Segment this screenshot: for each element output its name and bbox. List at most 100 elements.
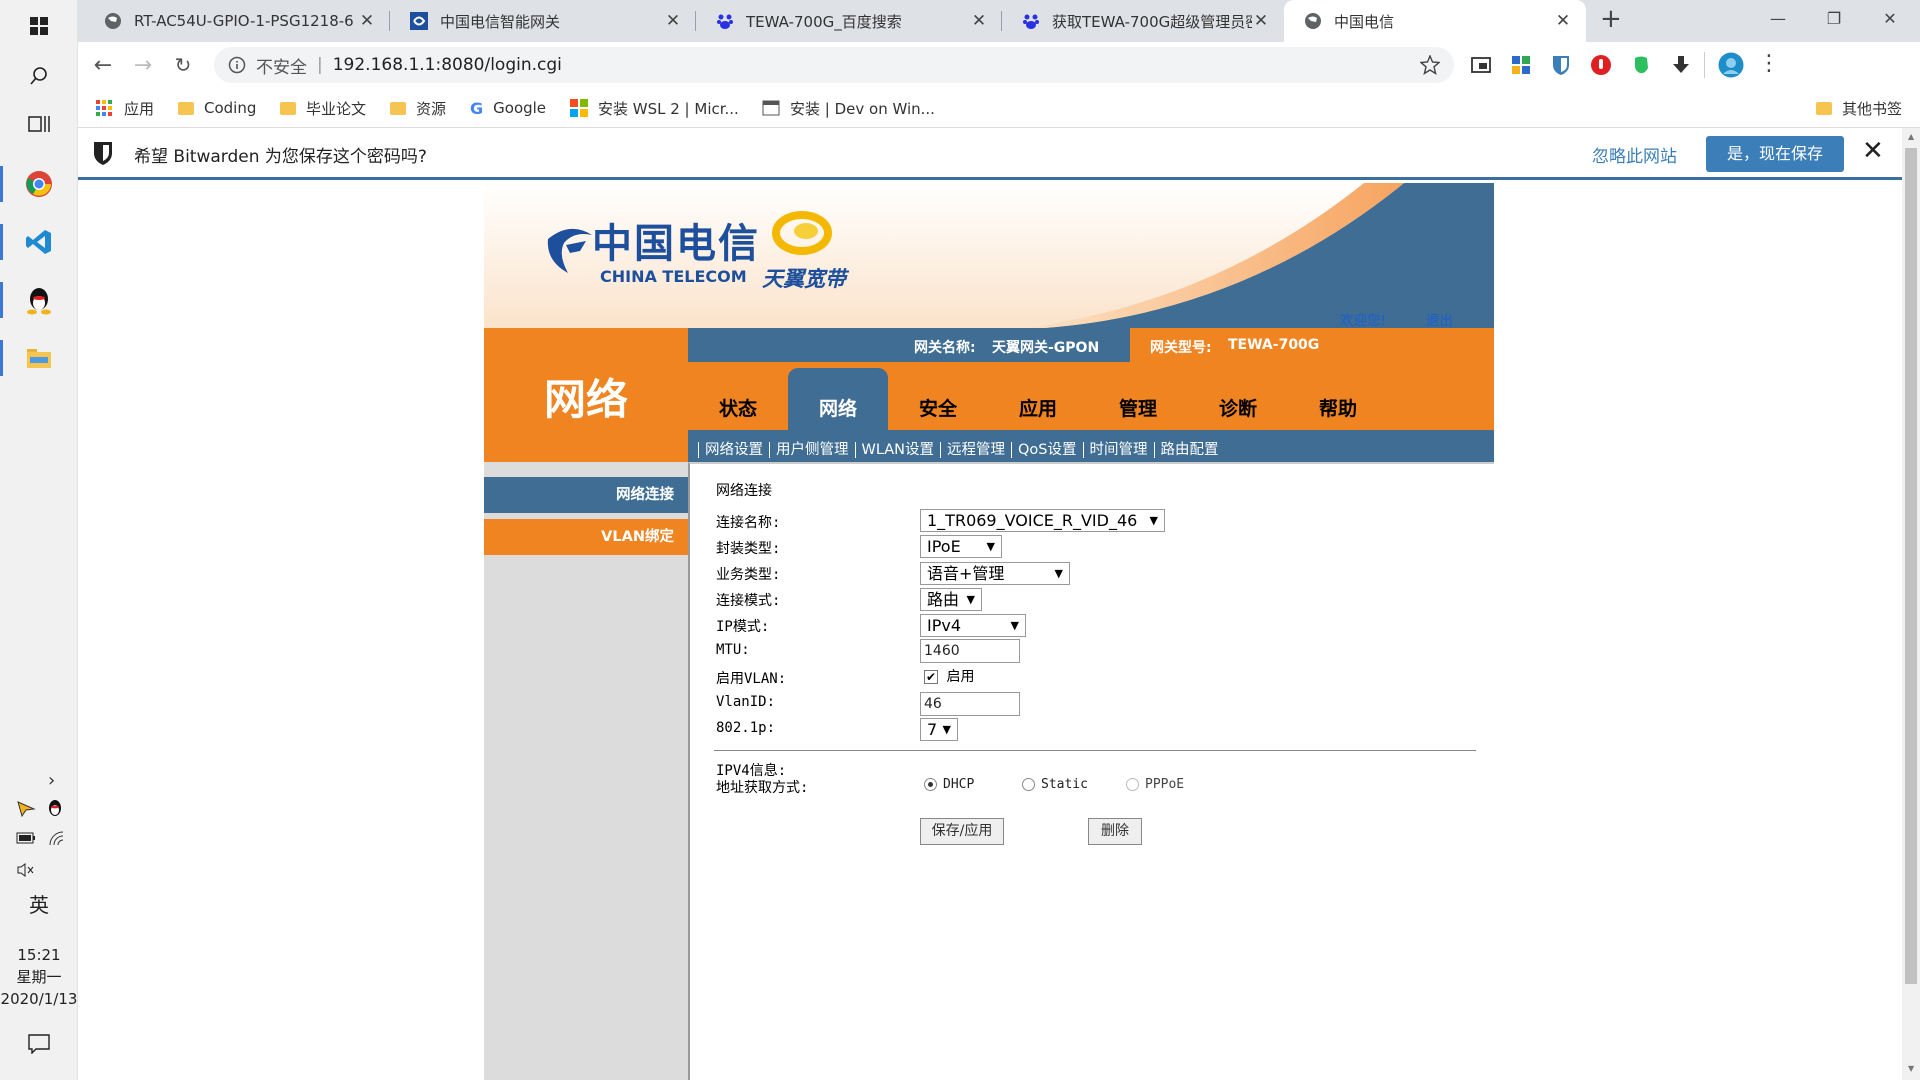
url-text[interactable]: 192.168.1.1:8080/login.cgi — [333, 55, 562, 75]
tab-baidu-password[interactable]: 获取TEWA-700G超级管理员密码 ✕ — [1002, 0, 1284, 42]
bookmark-wsl[interactable]: 安装 WSL 2 | Micr... — [570, 96, 739, 120]
subtab-qos[interactable]: QoS设置 — [1011, 442, 1083, 458]
close-icon[interactable]: ✕ — [1554, 11, 1572, 31]
radio-dhcp[interactable] — [924, 778, 937, 791]
tray-pen-icon[interactable] — [16, 800, 36, 818]
radio-static[interactable] — [1022, 778, 1035, 791]
windows-start-icon[interactable] — [0, 0, 78, 52]
download-icon[interactable] — [1670, 54, 1692, 76]
close-icon[interactable]: ✕ — [358, 11, 376, 31]
mode-select[interactable]: 路由 ▼ — [920, 588, 982, 611]
tab-management[interactable]: 管理 — [1088, 380, 1188, 430]
action-center-icon[interactable] — [28, 1034, 50, 1054]
new-tab-button[interactable]: + — [1600, 4, 1622, 34]
close-icon[interactable]: ✕ — [1862, 136, 1884, 166]
qq-icon[interactable] — [0, 274, 78, 326]
ime-indicator[interactable]: 英 — [0, 894, 78, 916]
task-view-icon[interactable] — [0, 98, 78, 150]
mtu-input[interactable]: 1460 — [920, 639, 1020, 663]
address-bar[interactable]: 不安全 | 192.168.1.1:8080/login.cgi — [214, 47, 1454, 83]
bookmark-coding[interactable]: Coding — [178, 96, 256, 120]
vlan-enable-checkbox[interactable]: ✔ — [924, 670, 938, 684]
tab-baidu-search[interactable]: TEWA-700G_百度搜索 ✕ — [696, 0, 1002, 42]
conn-name-select[interactable]: 1_TR069_VOICE_R_VID_46 ▼ — [920, 509, 1165, 532]
tray-qq-icon[interactable] — [46, 798, 64, 818]
scroll-down-icon[interactable]: ▼ — [1908, 1064, 1914, 1073]
vlanid-input[interactable]: 46 — [920, 692, 1020, 716]
evernote-icon[interactable] — [1630, 54, 1652, 76]
subtab-time[interactable]: 时间管理 — [1082, 442, 1154, 458]
close-window-button[interactable]: ✕ — [1862, 0, 1918, 36]
scrollbar-thumb[interactable] — [1905, 148, 1917, 984]
encap-select[interactable]: IPoE ▼ — [920, 535, 1002, 558]
volume-muted-icon[interactable] — [16, 862, 36, 878]
forward-button[interactable]: → — [126, 48, 160, 82]
bookmark-label: Google — [493, 99, 547, 117]
star-icon[interactable] — [1420, 55, 1440, 75]
service-select[interactable]: 语音+管理 ▼ — [920, 562, 1070, 585]
scroll-up-icon[interactable]: ▲ — [1908, 132, 1914, 141]
menu-vlan-binding[interactable]: VLAN绑定 — [484, 519, 688, 555]
bitwarden-icon[interactable] — [1550, 54, 1572, 76]
bookmark-dev-on-win[interactable]: 安装 | Dev on Win... — [762, 96, 935, 120]
page-scrollbar[interactable]: ▲ ▼ — [1902, 128, 1920, 1080]
addr-option-dhcp[interactable]: DHCP — [924, 777, 974, 792]
ipmode-select[interactable]: IPv4 ▼ — [920, 614, 1026, 637]
subtab-wlan[interactable]: WLAN设置 — [854, 442, 941, 458]
tab-applications[interactable]: 应用 — [988, 380, 1088, 430]
dot1p-value: 7 — [927, 720, 938, 739]
save-apply-button[interactable]: 保存/应用 — [920, 818, 1004, 845]
subtab-routing[interactable]: 路由配置 — [1153, 442, 1225, 458]
vlanid-label: VlanID: — [716, 694, 776, 710]
subtab-remote[interactable]: 远程管理 — [940, 442, 1011, 458]
close-icon[interactable]: ✕ — [664, 11, 682, 31]
tab-status[interactable]: 状态 — [688, 380, 788, 430]
dot1p-select[interactable]: 7 ▼ — [920, 718, 958, 741]
clock-time[interactable]: 15:21 — [0, 944, 78, 966]
tab-network[interactable]: 网络 — [788, 380, 888, 430]
tab-china-telecom[interactable]: 中国电信 ✕ — [1284, 0, 1586, 42]
close-icon[interactable]: ✕ — [1252, 11, 1270, 31]
radio-pppoe[interactable] — [1126, 778, 1139, 791]
bookmark-resources[interactable]: 资源 — [390, 96, 446, 120]
search-icon[interactable] — [0, 50, 78, 102]
tab-telecom-gateway[interactable]: 中国电信智能网关 ✕ — [390, 0, 696, 42]
battery-icon[interactable] — [16, 832, 36, 844]
avatar[interactable] — [1718, 52, 1744, 78]
delete-button[interactable]: 删除 — [1088, 818, 1142, 845]
reload-button[interactable]: ↻ — [166, 48, 200, 82]
file-explorer-icon[interactable] — [0, 332, 78, 384]
tab-diagnostics[interactable]: 诊断 — [1188, 380, 1288, 430]
info-icon[interactable] — [228, 56, 246, 74]
adblock-icon[interactable] — [1590, 54, 1612, 76]
ignore-site-link[interactable]: 忽略此网站 — [1592, 142, 1677, 167]
restore-button[interactable]: ❐ — [1806, 0, 1862, 36]
save-password-button[interactable]: 是，现在保存 — [1706, 136, 1844, 172]
addr-option-static[interactable]: Static — [1022, 777, 1088, 792]
tab-rt-ac54u[interactable]: RT-AC54U-GPIO-1-PSG1218-6 ✕ — [84, 0, 390, 42]
logout-link[interactable]: 退出 — [1426, 309, 1453, 328]
minimize-button[interactable]: — — [1750, 0, 1806, 36]
bookmark-other[interactable]: 其他书签 — [1816, 96, 1902, 120]
bookmark-apps[interactable]: 应用 — [96, 96, 154, 120]
subtab-user-side[interactable]: 用户侧管理 — [769, 442, 855, 458]
encap-value: IPoE — [927, 537, 961, 556]
cast-icon[interactable] — [1470, 54, 1492, 76]
chrome-icon[interactable] — [0, 158, 78, 210]
tray-expand-icon[interactable]: › — [48, 770, 55, 791]
tab-help[interactable]: 帮助 — [1288, 380, 1388, 430]
wifi-icon[interactable] — [48, 830, 66, 846]
menu-network-connection[interactable]: 网络连接 — [484, 477, 688, 513]
clock-day[interactable]: 星期一 — [0, 966, 78, 988]
bookmark-google[interactable]: G Google — [470, 96, 546, 120]
close-icon[interactable]: ✕ — [970, 11, 988, 31]
tab-security[interactable]: 安全 — [888, 380, 988, 430]
clock-date[interactable]: 2020/1/13 — [0, 988, 78, 1010]
bookmark-thesis[interactable]: 毕业论文 — [280, 96, 366, 120]
back-button[interactable]: ← — [86, 48, 120, 82]
extension-grid-icon[interactable] — [1510, 54, 1532, 76]
vscode-icon[interactable] — [0, 216, 78, 268]
addr-option-pppoe[interactable]: PPPoE — [1126, 777, 1184, 792]
subtab-network-settings[interactable]: 网络设置 — [698, 442, 769, 458]
menu-icon[interactable]: ⋮ — [1758, 51, 1780, 76]
